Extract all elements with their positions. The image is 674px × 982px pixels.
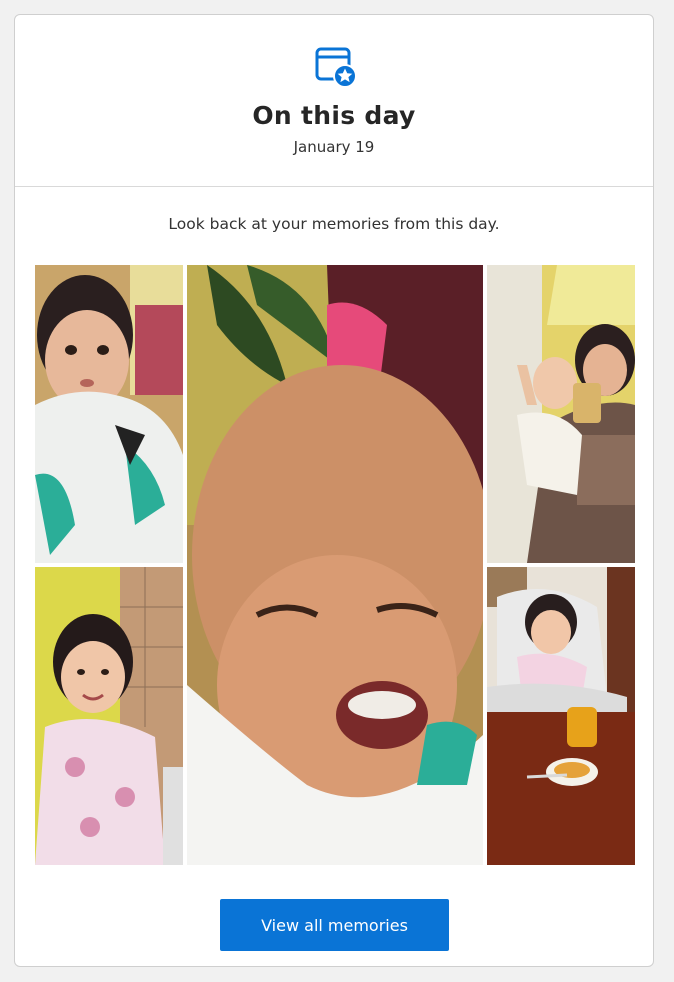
memories-card: On this day January 19 Look back at your… (14, 14, 654, 967)
memory-photo[interactable] (487, 265, 635, 563)
card-title: On this day (252, 101, 416, 130)
memory-photo[interactable] (187, 265, 483, 865)
memory-photo[interactable] (35, 567, 183, 865)
view-all-memories-button[interactable]: View all memories (220, 899, 449, 951)
memory-photo[interactable] (487, 567, 635, 865)
card-header: On this day January 19 (15, 15, 653, 187)
calendar-star-icon (315, 46, 357, 88)
memory-photo[interactable] (35, 265, 183, 563)
card-subtitle: Look back at your memories from this day… (168, 215, 500, 233)
card-date: January 19 (293, 138, 375, 156)
